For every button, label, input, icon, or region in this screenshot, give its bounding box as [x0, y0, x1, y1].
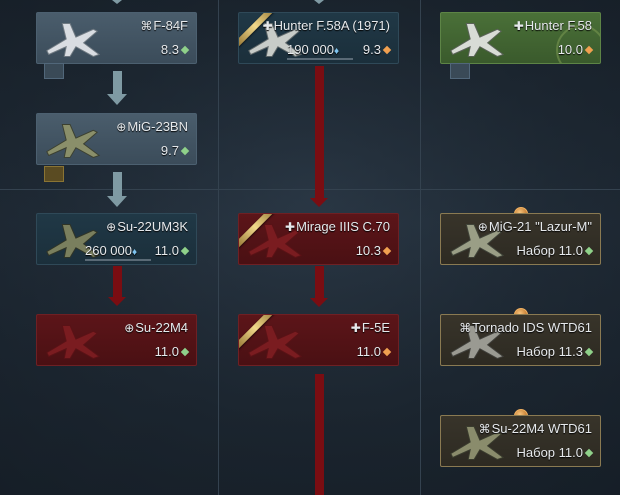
- aircraft-icon: [41, 319, 103, 363]
- nation-icon: ⊕: [116, 120, 127, 134]
- premium-badge-icon: [44, 166, 64, 182]
- nation-icon: ⊕: [477, 220, 488, 234]
- vehicle-name: Su-22M4 WTD61: [491, 421, 592, 436]
- vehicle-card-tornado-ids[interactable]: ⌘Tornado IDS WTD61 Набор 11.3: [440, 314, 601, 366]
- research-cost: 260 000: [85, 243, 132, 258]
- arrow-head: [107, 94, 127, 105]
- vehicle-name: F-5E: [361, 320, 390, 335]
- battle-rating-icon: [180, 246, 190, 256]
- arrow-head: [310, 198, 328, 207]
- battle-rating: 9.3: [362, 42, 381, 57]
- research-points-icon: ♦: [132, 247, 138, 258]
- vehicle-name: MiG-21 "Lazur-M": [488, 219, 592, 234]
- vehicle-name: F-84F: [153, 18, 188, 33]
- research-progress-bar: [287, 58, 353, 60]
- vehicle-card-mig23bn[interactable]: ⊕MiG-23BN 9.7: [36, 113, 197, 165]
- battle-rating: 11.0: [154, 243, 179, 258]
- arrow-connector: [315, 374, 324, 495]
- vehicle-name: MiG-23BN: [127, 119, 188, 134]
- vehicle-card-f5e[interactable]: ✚F-5E 11.0: [238, 314, 399, 366]
- vehicle-card-mig21-lazur[interactable]: ⊕MiG-21 "Lazur-M" Набор 11.0: [440, 213, 601, 265]
- vehicle-card-su22m4-wtd61[interactable]: ⌘Su-22M4 WTD61 Набор 11.0: [440, 415, 601, 467]
- battle-rating-icon: [180, 146, 190, 156]
- arrow-connector: [315, 66, 324, 198]
- battle-rating-icon: [584, 448, 594, 458]
- nation-icon: ✚: [285, 220, 296, 234]
- arrow-connector: [315, 266, 324, 299]
- vehicle-name: Su-22UM3K: [117, 219, 188, 234]
- battle-rating: Набор 11.0: [516, 243, 583, 258]
- aircraft-icon: [445, 17, 507, 61]
- nation-icon: ⌘: [478, 422, 491, 436]
- vehicle-name: Tornado IDS WTD61: [472, 320, 592, 335]
- vehicle-name: Hunter F.58: [524, 18, 592, 33]
- nation-icon: ✚: [262, 19, 273, 33]
- battle-rating-icon: [584, 347, 594, 357]
- battle-rating-icon: [584, 246, 594, 256]
- battle-rating-icon: [382, 45, 392, 55]
- arrow-head: [309, 0, 329, 4]
- arrow-head: [310, 298, 328, 307]
- nation-icon: ⊕: [106, 220, 117, 234]
- rank-divider: [0, 189, 620, 190]
- battle-rating: 11.0: [154, 344, 179, 359]
- vehicle-name: Hunter F.58A (1971): [273, 18, 390, 33]
- arrow-head: [107, 196, 127, 207]
- aircraft-icon: [41, 118, 103, 162]
- battle-rating: Набор 11.3: [516, 344, 583, 359]
- battle-rating: 10.3: [355, 243, 381, 258]
- arrow-head: [108, 297, 126, 306]
- column-divider: [218, 0, 219, 495]
- research-points-icon: ♦: [334, 46, 340, 57]
- arrow-head: [107, 0, 127, 4]
- nation-icon: ⊕: [124, 321, 135, 335]
- arrow-connector: [113, 266, 122, 298]
- nation-icon: ⌘: [459, 321, 472, 335]
- vehicle-card-f84f[interactable]: ⌘F-84F 8.3: [36, 12, 197, 64]
- research-cost: 190 000: [287, 42, 334, 57]
- battle-rating: 9.7: [160, 143, 179, 158]
- arrow-connector: [113, 172, 122, 196]
- nation-icon: ✚: [513, 19, 524, 33]
- aircraft-icon: [41, 17, 103, 61]
- battle-rating: Набор 11.0: [516, 445, 583, 460]
- arrow-connector: [113, 71, 122, 94]
- battle-rating: 11.0: [356, 344, 381, 359]
- column-divider: [420, 0, 421, 495]
- vehicle-card-mirage-iiis[interactable]: ✚Mirage IIIS C.70 10.3: [238, 213, 399, 265]
- vehicle-card-hunter-f58a[interactable]: ✚Hunter F.58A (1971) 190 000♦ 9.3: [238, 12, 399, 64]
- vehicle-card-hunter-f58[interactable]: ✚Hunter F.58 10.0: [440, 12, 601, 64]
- battle-rating: 8.3: [160, 42, 179, 57]
- vehicle-name: Mirage IIIS C.70: [296, 219, 390, 234]
- battle-rating-icon: [382, 347, 392, 357]
- rank-badge-icon: [44, 63, 64, 79]
- vehicle-name: Su-22M4: [135, 320, 188, 335]
- rank-badge-icon: [450, 63, 470, 79]
- battle-rating-icon: [584, 45, 594, 55]
- nation-icon: ✚: [350, 321, 361, 335]
- nation-icon: ⌘: [140, 19, 153, 33]
- battle-rating: 10.0: [557, 42, 583, 57]
- vehicle-card-su22m4[interactable]: ⊕Su-22M4 11.0: [36, 314, 197, 366]
- battle-rating-icon: [180, 45, 190, 55]
- research-progress-bar: [85, 259, 151, 261]
- vehicle-card-su22um3k[interactable]: ⊕Su-22UM3K 260 000♦ 11.0: [36, 213, 197, 265]
- battle-rating-icon: [382, 246, 392, 256]
- battle-rating-icon: [180, 347, 190, 357]
